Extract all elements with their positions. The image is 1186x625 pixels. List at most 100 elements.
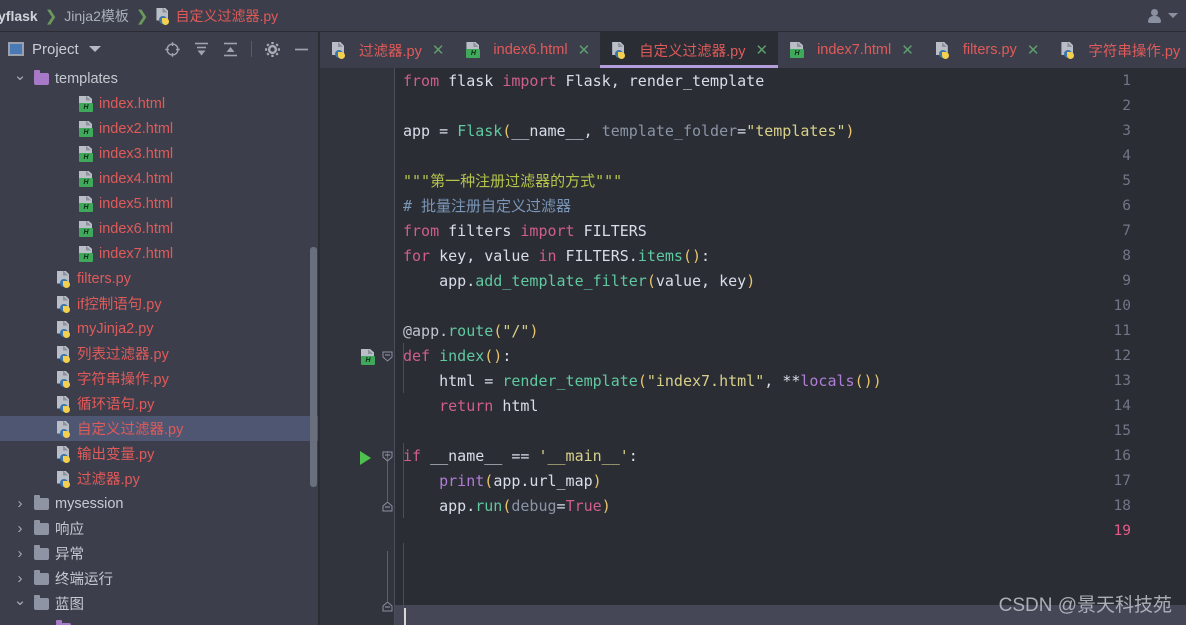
- expand-all-icon[interactable]: [193, 41, 210, 58]
- breadcrumb-item-file[interactable]: 自定义过滤器.py: [149, 0, 284, 31]
- tree-item[interactable]: ⌄ 蓝图: [0, 591, 320, 616]
- tree-item[interactable]: ›Hindex7.html: [0, 241, 320, 266]
- folder-icon: [34, 544, 49, 560]
- code-line: print(app.url_map): [439, 472, 602, 490]
- tree-item-label: if控制语句.py: [77, 297, 162, 313]
- editor-tab[interactable]: Hindex6.html ✕: [454, 32, 601, 68]
- project-file-tree[interactable]: ⌄templates›Hindex.html›Hindex2.html›Hind…: [0, 66, 320, 625]
- tree-item[interactable]: ›Hindex4.html: [0, 166, 320, 191]
- tree-item[interactable]: › mysession: [0, 491, 320, 516]
- chevron-right-icon[interactable]: ›: [12, 495, 28, 512]
- project-tool-window: Project ⌄ templates H index.html H index…: [0, 32, 320, 625]
- watermark-text: CSDN @景天科技苑: [998, 595, 1172, 616]
- close-icon[interactable]: ✕: [432, 43, 445, 58]
- line-number: 15: [1113, 423, 1131, 439]
- line-number: 11: [1113, 323, 1131, 339]
- html-file-icon: H: [78, 195, 93, 212]
- breadcrumb-file-label: 自定义过滤器.py: [175, 7, 279, 24]
- hide-panel-icon[interactable]: [293, 41, 310, 58]
- tree-item[interactable]: ›Hindex3.html: [0, 141, 320, 166]
- html-file-icon: H: [78, 245, 93, 262]
- chevron-right-icon[interactable]: ›: [12, 570, 28, 587]
- fold-marker-icon[interactable]: [382, 600, 393, 615]
- folder-icon: [34, 519, 49, 535]
- sidebar-scrollbar[interactable]: [310, 247, 317, 487]
- project-panel-label: Project: [32, 40, 79, 58]
- close-icon[interactable]: ✕: [578, 43, 591, 58]
- code-line: html = render_template("index7.html", **…: [403, 372, 882, 390]
- code-line: from flask import Flask, render_template: [403, 72, 765, 90]
- breadcrumb-item-project[interactable]: yflask: [0, 0, 44, 31]
- run-button-icon[interactable]: [360, 451, 371, 465]
- chevron-down-icon[interactable]: ⌄: [12, 66, 28, 84]
- tree-item[interactable]: ›: [0, 616, 320, 625]
- editor-tab-bar[interactable]: 过滤器.py ✕ Hindex6.html ✕ 自定义过滤器.py ✕ Hindex7.ht…: [320, 32, 1186, 68]
- editor-tab[interactable]: 字符串操作.py✕: [1049, 32, 1186, 68]
- code-line: app.add_template_filter(value, key): [403, 272, 756, 290]
- code-line: """第一种注册过滤器的方式""": [403, 172, 623, 190]
- code-editor[interactable]: from flask import Flask, render_template…: [320, 68, 1186, 625]
- breadcrumb-item-folder[interactable]: Jinja2模板: [58, 0, 135, 31]
- breadcrumb: yflask ❯ Jinja2模板 ❯ 自定义过滤器.py: [0, 0, 284, 31]
- fold-marker-icon[interactable]: [382, 450, 393, 465]
- tree-item[interactable]: ›自定义过滤器.py: [0, 416, 320, 441]
- close-icon[interactable]: ✕: [756, 43, 769, 58]
- user-account-icon[interactable]: [1147, 8, 1165, 24]
- code-lines: from flask import Flask, render_template…: [320, 68, 1186, 625]
- tree-item-label: 字符串操作.py: [77, 372, 169, 388]
- editor-tab[interactable]: 自定义过滤器.py ✕: [600, 32, 779, 68]
- breadcrumb-bar: yflask ❯ Jinja2模板 ❯ 自定义过滤器.py: [0, 0, 1186, 32]
- tree-item[interactable]: ›过滤器.py: [0, 466, 320, 491]
- settings-gear-icon[interactable]: [264, 41, 281, 58]
- python-file-icon: [56, 320, 71, 338]
- folder-icon: [34, 569, 49, 585]
- chevron-down-icon[interactable]: [88, 46, 101, 52]
- tree-item[interactable]: ›myJinja2.py: [0, 316, 320, 341]
- chevron-down-icon[interactable]: [1168, 13, 1178, 18]
- close-icon[interactable]: ✕: [1027, 43, 1040, 58]
- python-file-icon: [1060, 42, 1075, 59]
- tree-item[interactable]: › 异常: [0, 541, 320, 566]
- gutter-html-marker[interactable]: H: [360, 349, 375, 368]
- tree-item[interactable]: ›输出变量.py: [0, 441, 320, 466]
- tree-item[interactable]: ›列表过滤器.py: [0, 341, 320, 366]
- tree-item-label: 终端运行: [55, 572, 113, 588]
- tree-item-label: 输出变量.py: [77, 447, 155, 463]
- chevron-down-icon[interactable]: ⌄: [12, 591, 28, 609]
- tree-item[interactable]: ›if控制语句.py: [0, 291, 320, 316]
- tree-item[interactable]: › 终端运行: [0, 566, 320, 591]
- tree-item-label: mysession: [55, 495, 124, 512]
- project-panel-title[interactable]: Project: [8, 41, 79, 58]
- project-panel-toolbar: [164, 41, 312, 58]
- fold-marker-icon[interactable]: [382, 500, 393, 515]
- tree-item[interactable]: ⌄ templates: [0, 66, 320, 91]
- chevron-right-icon[interactable]: ›: [12, 545, 28, 562]
- project-panel-header: Project: [0, 32, 320, 66]
- tree-item[interactable]: ›循环语句.py: [0, 391, 320, 416]
- editor-tab[interactable]: filters.py ✕: [923, 32, 1050, 68]
- editor-tab[interactable]: 过滤器.py ✕: [320, 32, 455, 68]
- close-icon[interactable]: ✕: [901, 43, 914, 58]
- python-file-icon: [56, 395, 71, 413]
- python-file-icon: [331, 42, 346, 59]
- code-line: # 批量注册自定义过滤器: [403, 197, 572, 215]
- fold-marker-icon[interactable]: [382, 350, 393, 365]
- tree-item[interactable]: ›filters.py: [0, 266, 320, 291]
- code-line: @app.route("/"): [403, 322, 539, 340]
- tree-item[interactable]: ›Hindex.html: [0, 91, 320, 116]
- chevron-right-icon[interactable]: ›: [12, 520, 28, 537]
- tree-item[interactable]: ›Hindex5.html: [0, 191, 320, 216]
- select-opened-file-icon[interactable]: [164, 41, 181, 58]
- code-line: if __name__ == '__main__':: [403, 447, 638, 465]
- line-number: 6: [1122, 198, 1131, 214]
- tree-item[interactable]: ›Hindex2.html: [0, 116, 320, 141]
- tree-item-label: index3.html: [99, 145, 174, 162]
- tree-item[interactable]: › 响应: [0, 516, 320, 541]
- editor-tab[interactable]: Hindex7.html ✕: [778, 32, 924, 68]
- code-line: from filters import FILTERS: [403, 222, 647, 240]
- collapse-all-icon[interactable]: [222, 41, 239, 58]
- tree-item[interactable]: ›字符串操作.py: [0, 366, 320, 391]
- tree-item[interactable]: ›Hindex6.html: [0, 216, 320, 241]
- tree-item-label: index6.html: [99, 220, 174, 237]
- breadcrumb-folder-label: Jinja2模板: [64, 7, 129, 24]
